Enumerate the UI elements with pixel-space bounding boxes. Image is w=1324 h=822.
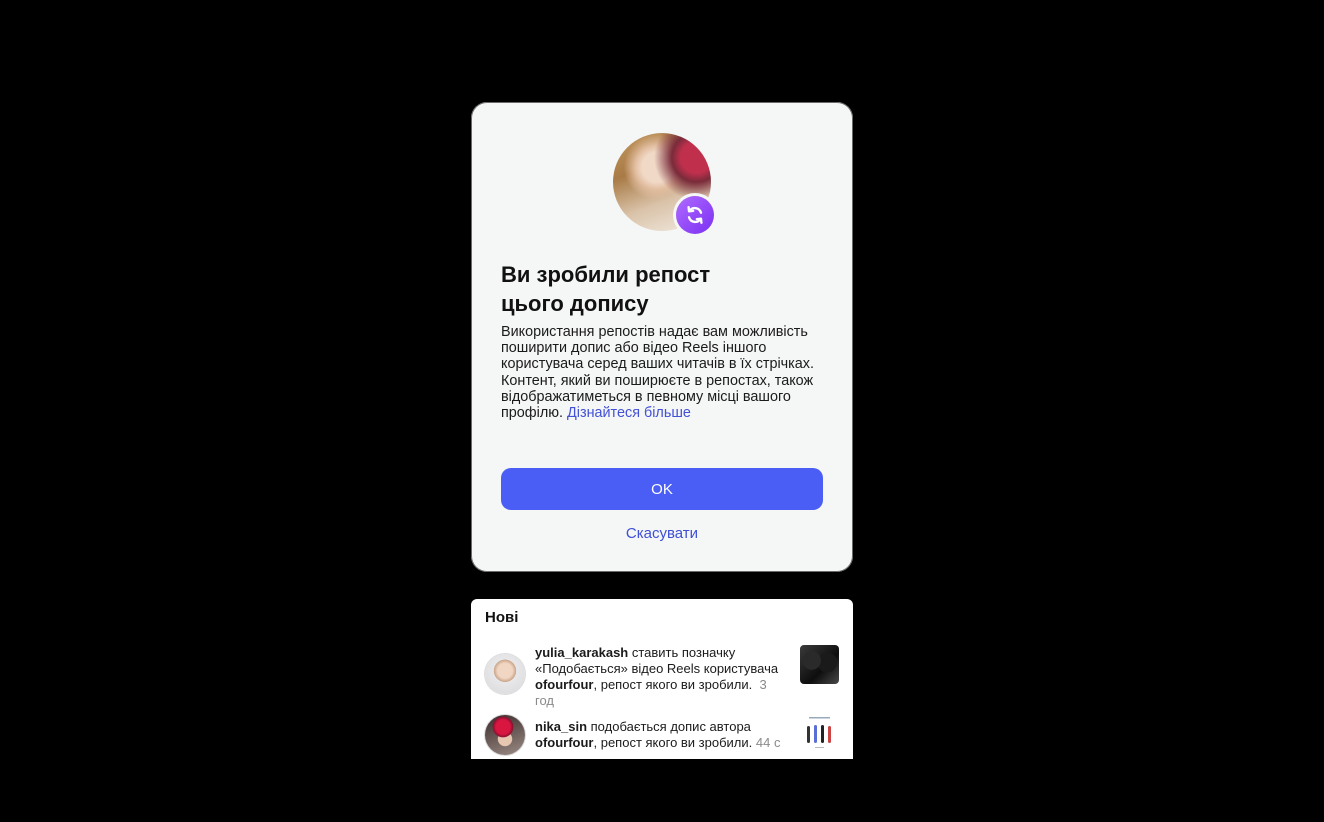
repost-info-dialog: Ви зробили репост цього допису Використа… [471, 102, 853, 572]
username[interactable]: yulia_karakash [535, 645, 628, 660]
learn-more-link[interactable]: Дізнайтеся більше [567, 405, 691, 421]
thumbnail-figures [807, 717, 831, 748]
notification-item[interactable]: nika_sin подобається допис автора ofourf… [485, 713, 841, 759]
target-username[interactable]: ofourfour [535, 677, 593, 692]
notification-time: 44 с [755, 735, 781, 750]
notification-text: yulia_karakash ставить позначку «Подобає… [535, 645, 785, 709]
notification-item[interactable]: yulia_karakash ставить позначку «Подобає… [485, 643, 841, 708]
notification-message: подобається допис автора [587, 719, 751, 734]
avatar[interactable] [485, 715, 525, 755]
username[interactable]: nika_sin [535, 719, 587, 734]
ok-button[interactable]: OK [501, 468, 823, 510]
avatar[interactable] [485, 654, 525, 694]
notification-message-end: , репост якого ви зробили. [593, 735, 753, 750]
dialog-description: Використання репостів надає вам можливіс… [501, 324, 829, 421]
target-username[interactable]: ofourfour [535, 735, 593, 750]
dialog-title: Ви зробили репост цього допису [501, 262, 711, 316]
notification-message-end: , репост якого ви зробили. [593, 677, 753, 692]
profile-avatar [613, 133, 714, 234]
notifications-panel: Нові yulia_karakash ставить позначку «По… [471, 599, 853, 759]
section-title-new: Нові [485, 609, 519, 626]
post-thumbnail[interactable] [800, 645, 839, 684]
post-thumbnail[interactable] [800, 713, 839, 752]
repost-icon [676, 196, 714, 234]
notification-text: nika_sin подобається допис автора ofourf… [535, 719, 795, 751]
cancel-button[interactable]: Скасувати [501, 525, 823, 549]
